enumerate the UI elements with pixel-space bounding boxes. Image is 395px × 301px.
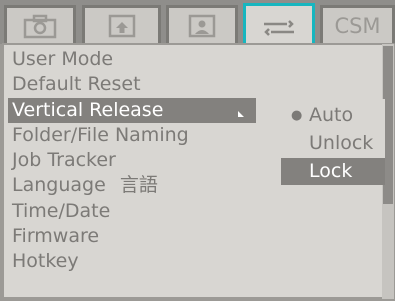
tab-bar: CSM xyxy=(0,0,395,47)
tab-csm-label: CSM xyxy=(334,13,381,38)
camera-icon xyxy=(23,14,57,38)
tab-setup[interactable] xyxy=(243,3,315,47)
option-unlock[interactable]: Unlock xyxy=(281,130,385,157)
tab-camera[interactable] xyxy=(4,5,76,43)
person-icon xyxy=(188,14,216,37)
menu-item-user-mode[interactable]: User Mode xyxy=(8,47,268,72)
tab-playback[interactable] xyxy=(82,5,161,43)
menu-item-language[interactable]: Language 言語 xyxy=(8,173,268,198)
menu-item-time-date[interactable]: Time/Date xyxy=(8,199,268,224)
wrench-icon xyxy=(264,19,294,36)
menu-item-job-tracker[interactable]: Job Tracker xyxy=(8,148,268,173)
menu-item-default-reset[interactable]: Default Reset xyxy=(8,72,268,97)
tab-custom-settings[interactable] xyxy=(166,5,238,43)
menu-item-firmware[interactable]: Firmware xyxy=(8,224,268,249)
setup-menu: User Mode Default Reset Vertical Release… xyxy=(8,47,268,275)
expand-indicator-icon xyxy=(228,110,244,117)
vertical-release-submenu: ● Auto Unlock Lock xyxy=(281,99,385,185)
selected-bullet-icon: ● xyxy=(291,108,303,123)
language-glyphs: 言語 xyxy=(119,174,158,197)
playback-icon xyxy=(108,14,135,37)
menu-item-hotkey[interactable]: Hotkey xyxy=(8,249,268,274)
tab-csm[interactable]: CSM xyxy=(320,5,395,43)
option-auto[interactable]: ● Auto xyxy=(281,102,385,129)
option-lock[interactable]: Lock xyxy=(281,158,385,185)
menu-item-folder-file-naming[interactable]: Folder/File Naming xyxy=(8,123,268,148)
menu-item-vertical-release[interactable]: Vertical Release xyxy=(8,97,256,123)
